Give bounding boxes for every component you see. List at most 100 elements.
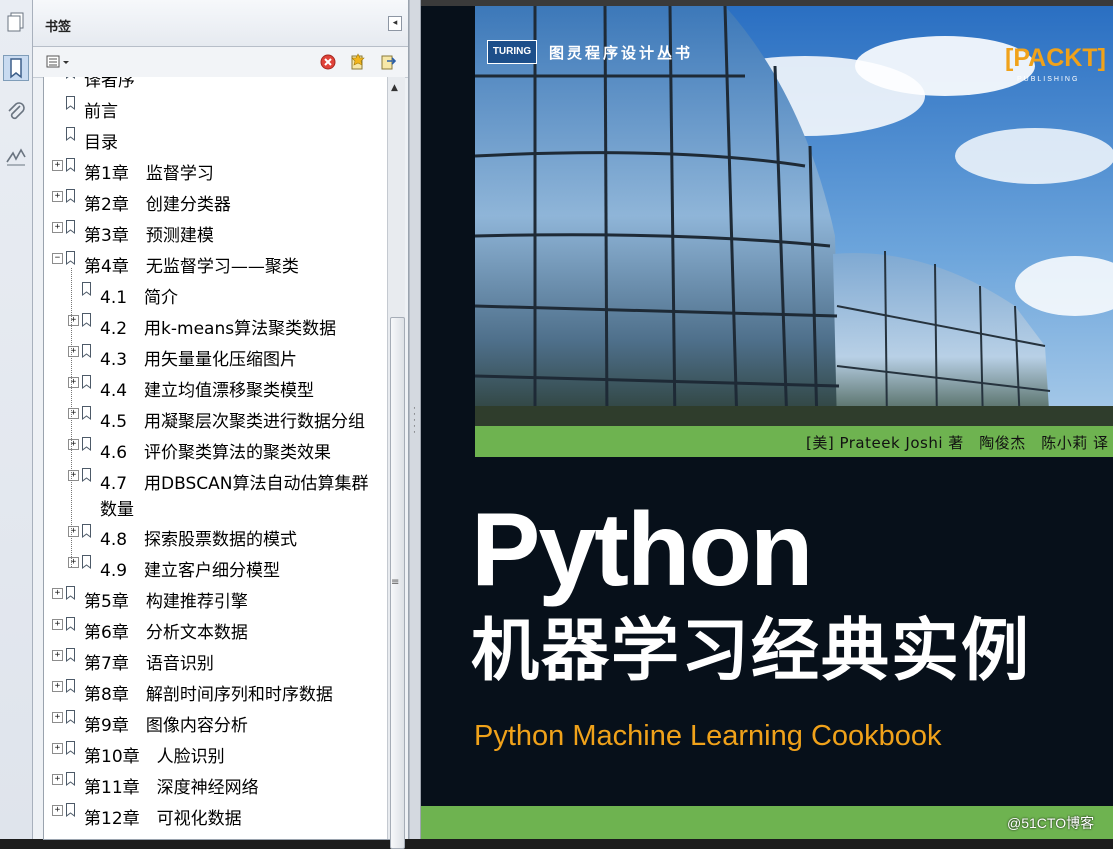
bookmark-icon xyxy=(82,405,91,420)
bookmark-label: 第9章 图像内容分析 xyxy=(84,716,248,736)
expand-toggle-icon[interactable]: + xyxy=(52,712,63,723)
bookmark-icon xyxy=(66,647,75,662)
expand-toggle-icon[interactable]: + xyxy=(52,588,63,599)
expand-toggle-icon[interactable]: + xyxy=(52,650,63,661)
expand-toggle-icon[interactable]: + xyxy=(52,805,63,816)
expand-toggle-icon[interactable]: + xyxy=(68,470,79,481)
expand-toggle-icon[interactable]: + xyxy=(68,315,79,326)
expand-toggle-icon[interactable]: + xyxy=(68,557,79,568)
navigation-tool-strip xyxy=(0,0,33,839)
splitter-grip-icon: · · · · · xyxy=(413,404,416,438)
bookmarks-toolbar xyxy=(33,47,408,78)
bookmark-item[interactable]: + 第8章 解剖时间序列和时序数据 xyxy=(44,678,390,708)
bookmark-item[interactable]: +4.5 用凝聚层次聚类进行数据分组 xyxy=(44,405,390,435)
collapse-panel-button[interactable]: ◂ xyxy=(388,16,402,31)
tree-connector-line xyxy=(71,268,72,567)
watermark: @51CTO博客 xyxy=(1007,815,1095,831)
expand-toggle-icon[interactable]: + xyxy=(52,160,63,171)
bookmark-icon xyxy=(82,467,91,482)
bookmark-label: 第12章 可视化数据 xyxy=(84,809,242,829)
bookmark-label: 第1章 监督学习 xyxy=(84,164,214,184)
bookmark-label: 4.4 建立均值漂移聚类模型 xyxy=(100,381,315,401)
scrollbar-grip-icon: ≡ xyxy=(391,577,400,588)
cover-subtitle: Python Machine Learning Cookbook xyxy=(474,720,942,752)
bookmark-tree-scrollbar[interactable]: ▲ ≡ xyxy=(387,77,405,849)
bookmark-label: 第11章 深度神经网络 xyxy=(84,778,259,798)
bookmark-icon xyxy=(66,126,75,141)
bookmark-item[interactable]: +4.3 用矢量量化压缩图片 xyxy=(44,343,390,373)
scroll-up-arrow-icon[interactable]: ▲ xyxy=(391,83,398,93)
cover-authors: [美] Prateek Joshi 著 陶俊杰 陈小莉 译 xyxy=(806,434,1109,452)
signatures-panel-icon[interactable] xyxy=(4,145,28,169)
expand-toggle-icon[interactable]: + xyxy=(52,222,63,233)
attachments-panel-icon[interactable] xyxy=(4,100,28,124)
expand-bookmark-icon[interactable] xyxy=(379,53,397,71)
bookmark-label: 第8章 解剖时间序列和时序数据 xyxy=(84,685,333,705)
bookmark-item[interactable]: +4.6 评价聚类算法的聚类效果 xyxy=(44,436,390,466)
bookmark-item[interactable]: 目录 xyxy=(44,126,390,156)
bookmark-label: 4.6 评价聚类算法的聚类效果 xyxy=(100,443,332,463)
bookmark-item[interactable]: 4.1 简介 xyxy=(44,281,390,311)
bookmark-item[interactable]: + 第7章 语音识别 xyxy=(44,647,390,677)
bookmark-label: 第4章 无监督学习——聚类 xyxy=(84,257,299,277)
expand-toggle-icon[interactable]: + xyxy=(52,774,63,785)
bookmark-item[interactable]: + 第3章 预测建模 xyxy=(44,219,390,249)
bookmark-item[interactable]: 前言 xyxy=(44,95,390,125)
bookmark-item[interactable]: + 第10章 人脸识别 xyxy=(44,740,390,770)
bookmark-item[interactable]: + 第2章 创建分类器 xyxy=(44,188,390,218)
collapse-toggle-icon[interactable]: − xyxy=(52,253,63,264)
turing-logo: TURING xyxy=(487,40,537,64)
bookmark-item[interactable]: +4.9 建立客户细分模型 xyxy=(44,554,390,584)
bookmark-label: 4.3 用矢量量化压缩图片 xyxy=(100,350,298,370)
expand-toggle-icon[interactable]: + xyxy=(52,619,63,630)
bookmark-label: 4.1 简介 xyxy=(100,288,179,308)
bookmark-label-continuation: 数量 xyxy=(100,500,134,520)
bookmark-icon xyxy=(66,740,75,755)
bookmark-item[interactable]: +4.7 用DBSCAN算法自动估算集群 数量 xyxy=(44,467,390,523)
bookmark-item[interactable]: +4.4 建立均值漂移聚类模型 xyxy=(44,374,390,404)
bookmark-item[interactable]: + 第1章 监督学习 xyxy=(44,157,390,187)
packt-logo-subtitle: PUBLISHING xyxy=(1017,76,1080,83)
delete-bookmark-icon[interactable] xyxy=(319,53,337,71)
document-view[interactable]: TURING 图灵程序设计丛书 [PACKT] PUBLISHING [美] P… xyxy=(421,0,1113,839)
bookmark-label: 第5章 构建推荐引擎 xyxy=(84,592,248,612)
expand-toggle-icon[interactable]: + xyxy=(52,743,63,754)
bookmarks-panel-icon[interactable] xyxy=(3,55,29,81)
bookmark-icon xyxy=(66,771,75,786)
bookmark-label: 第6章 分析文本数据 xyxy=(84,623,248,643)
book-cover-page: TURING 图灵程序设计丛书 [PACKT] PUBLISHING [美] P… xyxy=(421,6,1113,839)
expand-toggle-icon[interactable]: + xyxy=(68,408,79,419)
bookmark-item[interactable]: − 第4章 无监督学习——聚类 xyxy=(44,250,390,280)
bookmark-item[interactable]: + 第12章 可视化数据 xyxy=(44,802,390,832)
bookmark-label: 4.2 用k-means算法聚类数据 xyxy=(100,319,337,339)
expand-toggle-icon[interactable]: + xyxy=(52,191,63,202)
bookmarks-panel-title: 书签 xyxy=(45,20,72,35)
bookmark-icon xyxy=(66,77,75,79)
panel-splitter[interactable]: · · · · · xyxy=(409,0,421,839)
bookmark-item[interactable]: + 第5章 构建推荐引擎 xyxy=(44,585,390,615)
bookmark-icon xyxy=(66,188,75,203)
bookmark-item[interactable]: +4.2 用k-means算法聚类数据 xyxy=(44,312,390,342)
bookmark-item[interactable]: 译者序 xyxy=(44,77,390,94)
expand-toggle-icon[interactable]: + xyxy=(68,439,79,450)
new-bookmark-icon[interactable] xyxy=(349,53,367,71)
options-menu-button[interactable] xyxy=(45,53,71,71)
bookmark-icon xyxy=(82,281,91,296)
bookmark-item[interactable]: +4.8 探索股票数据的模式 xyxy=(44,523,390,553)
expand-toggle-icon[interactable]: + xyxy=(68,526,79,537)
bookmark-icon xyxy=(66,709,75,724)
bookmark-item[interactable]: + 第6章 分析文本数据 xyxy=(44,616,390,646)
bookmark-icon xyxy=(66,616,75,631)
bookmark-label: 前言 xyxy=(84,102,118,122)
pages-panel-icon[interactable] xyxy=(4,10,28,34)
bookmark-icon xyxy=(82,554,91,569)
bookmark-icon xyxy=(82,343,91,358)
bookmark-item[interactable]: + 第11章 深度神经网络 xyxy=(44,771,390,801)
bookmark-label: 第2章 创建分类器 xyxy=(84,195,231,215)
expand-toggle-icon[interactable]: + xyxy=(68,346,79,357)
series-name: 图灵程序设计丛书 xyxy=(549,44,694,62)
bookmark-label: 4.5 用凝聚层次聚类进行数据分组 xyxy=(100,412,366,432)
expand-toggle-icon[interactable]: + xyxy=(52,681,63,692)
expand-toggle-icon[interactable]: + xyxy=(68,377,79,388)
bookmark-item[interactable]: + 第9章 图像内容分析 xyxy=(44,709,390,739)
